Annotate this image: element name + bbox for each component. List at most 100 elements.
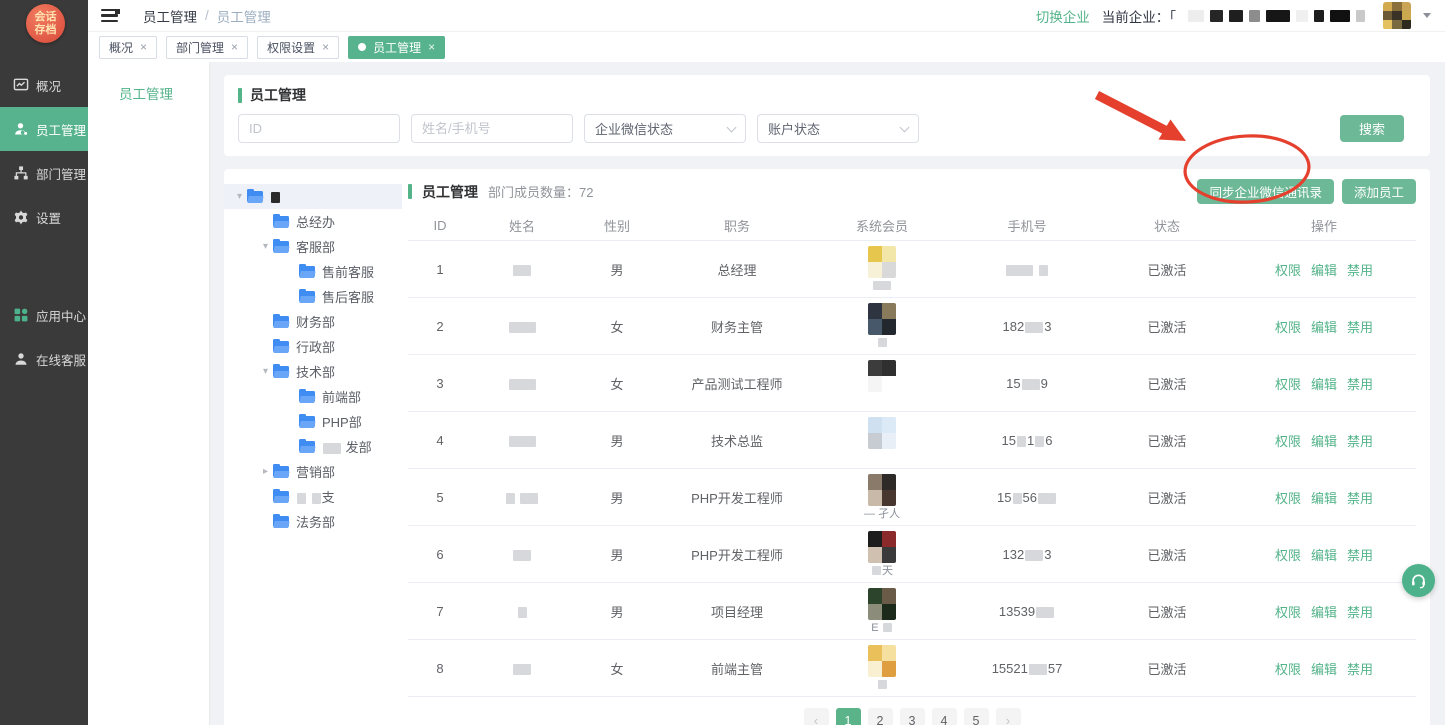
tree-node[interactable]: ▾技术部 [224, 359, 402, 384]
action-disable[interactable]: 禁用 [1347, 431, 1373, 450]
action-edit[interactable]: 编辑 [1311, 602, 1337, 621]
member-count-label: 部门成员数量： [488, 185, 579, 200]
tab-4[interactable]: 员工管理× [348, 36, 445, 59]
caret-right-icon[interactable]: ▸ [258, 466, 273, 477]
action-permission[interactable]: 权限 [1275, 260, 1301, 279]
online-service-fab[interactable] [1402, 564, 1435, 597]
name-phone-input[interactable] [411, 114, 573, 143]
cell-member [812, 417, 952, 464]
tab-close-icon[interactable]: × [231, 40, 238, 54]
tree-node-label: 财务部 [296, 312, 335, 331]
action-edit[interactable]: 编辑 [1311, 260, 1337, 279]
action-permission[interactable]: 权限 [1275, 659, 1301, 678]
sidebar-item-departments[interactable]: 部门管理 [0, 151, 88, 195]
tree-node-label: PHP部 [322, 412, 362, 431]
cell-name [472, 547, 572, 562]
breadcrumb: 员工管理 / 员工管理 [143, 6, 271, 26]
collapse-menu-icon[interactable] [101, 9, 118, 22]
action-disable[interactable]: 禁用 [1347, 602, 1373, 621]
tab-close-icon[interactable]: × [322, 40, 329, 54]
tree-node[interactable]: 售前客服 [224, 259, 402, 284]
tree-node[interactable]: 总经办 [224, 209, 402, 234]
status-text: 已激活 [1102, 431, 1232, 450]
cell-actions: 权限编辑禁用 [1232, 659, 1416, 678]
tree-node[interactable]: 法务部 [224, 509, 402, 534]
add-employee-button[interactable]: 添加员工 [1342, 179, 1416, 204]
tab-1[interactable]: 概况× [99, 36, 157, 59]
breadcrumb-item[interactable]: 员工管理 [143, 6, 197, 26]
tab-2[interactable]: 部门管理× [166, 36, 248, 59]
action-edit[interactable]: 编辑 [1311, 659, 1337, 678]
action-edit[interactable]: 编辑 [1311, 545, 1337, 564]
tree-node[interactable]: 发部 [224, 434, 402, 459]
action-edit[interactable]: 编辑 [1311, 431, 1337, 450]
action-edit[interactable]: 编辑 [1311, 488, 1337, 507]
action-disable[interactable]: 禁用 [1347, 488, 1373, 507]
action-edit[interactable]: 编辑 [1311, 317, 1337, 336]
subnav-item-employees[interactable]: 员工管理 [119, 83, 209, 103]
page-4[interactable]: 4 [932, 708, 957, 725]
id-input[interactable] [238, 114, 400, 143]
caret-down-icon[interactable]: ▾ [232, 191, 247, 202]
action-disable[interactable]: 禁用 [1347, 659, 1373, 678]
action-disable[interactable]: 禁用 [1347, 317, 1373, 336]
chevron-down-icon[interactable] [1423, 13, 1431, 18]
sidebar-item-overview[interactable]: 概况 [0, 63, 88, 107]
tree-node[interactable]: PHP部 [224, 409, 402, 434]
tab-close-icon[interactable]: × [140, 40, 147, 54]
action-disable[interactable]: 禁用 [1347, 260, 1373, 279]
tree-node[interactable]: 售后客服 [224, 284, 402, 309]
caret-down-icon[interactable]: ▾ [258, 241, 273, 252]
page-1[interactable]: 1 [836, 708, 861, 725]
tree-node[interactable]: 支 [224, 484, 402, 509]
cell-member: — 孑人 [812, 474, 952, 521]
account-status-select[interactable]: 账户状态 [757, 114, 919, 143]
topbar-right: 切换企业 当前企业：「 [1036, 2, 1437, 30]
status-text: 已激活 [1102, 374, 1232, 393]
sidebar-item-settings[interactable]: 设置 [0, 195, 88, 239]
action-permission[interactable]: 权限 [1275, 431, 1301, 450]
tree-node[interactable]: ▾ [224, 184, 402, 209]
tab-3[interactable]: 权限设置× [257, 36, 339, 59]
wechat-status-select[interactable]: 企业微信状态 [584, 114, 746, 143]
action-permission[interactable]: 权限 [1275, 317, 1301, 336]
caret-down-icon[interactable]: ▾ [258, 366, 273, 377]
settings-icon [13, 209, 29, 225]
page-5[interactable]: 5 [964, 708, 989, 725]
table-row: 3女产品测试工程师159已激活权限编辑禁用 [408, 355, 1416, 412]
tab-close-icon[interactable]: × [428, 40, 435, 54]
sidebar-item-employees[interactable]: 员工管理 [0, 107, 88, 151]
sync-wechat-contacts-button[interactable]: 同步企业微信通讯录 [1197, 179, 1334, 204]
page-2[interactable]: 2 [868, 708, 893, 725]
tree-node-label: 行政部 [296, 337, 335, 356]
pager-next[interactable]: › [996, 708, 1021, 725]
pager-prev[interactable]: ‹ [804, 708, 829, 725]
action-disable[interactable]: 禁用 [1347, 374, 1373, 393]
tree-node[interactable]: 行政部 [224, 334, 402, 359]
switch-company-link[interactable]: 切换企业 [1036, 6, 1090, 26]
cell-id: 6 [408, 547, 472, 562]
action-permission[interactable]: 权限 [1275, 545, 1301, 564]
action-edit[interactable]: 编辑 [1311, 374, 1337, 393]
member-caption: E [871, 622, 892, 635]
tree-node[interactable]: 前端部 [224, 384, 402, 409]
tree-node[interactable]: ▸营销部 [224, 459, 402, 484]
member-avatar [868, 531, 896, 563]
tree-node[interactable]: ▾ 客服部 [224, 234, 402, 259]
action-permission[interactable]: 权限 [1275, 374, 1301, 393]
action-permission[interactable]: 权限 [1275, 602, 1301, 621]
action-permission[interactable]: 权限 [1275, 488, 1301, 507]
sidebar-item-apps[interactable]: 应用中心 [0, 293, 88, 337]
tree-node[interactable]: 财务部 [224, 309, 402, 334]
search-button[interactable]: 搜索 [1340, 115, 1404, 142]
table-row: 6男PHP开发工程师天1323已激活权限编辑禁用 [408, 526, 1416, 583]
cell-phone: 1323 [952, 547, 1102, 562]
user-avatar[interactable] [1383, 2, 1411, 30]
tree-node-label: 客服部 [296, 237, 335, 256]
logo-line2: 存档 [35, 24, 57, 37]
sidebar-item-service[interactable]: 在线客服 [0, 337, 88, 381]
action-disable[interactable]: 禁用 [1347, 545, 1373, 564]
page-3[interactable]: 3 [900, 708, 925, 725]
cell-member [812, 360, 952, 407]
cell-actions: 权限编辑禁用 [1232, 602, 1416, 621]
